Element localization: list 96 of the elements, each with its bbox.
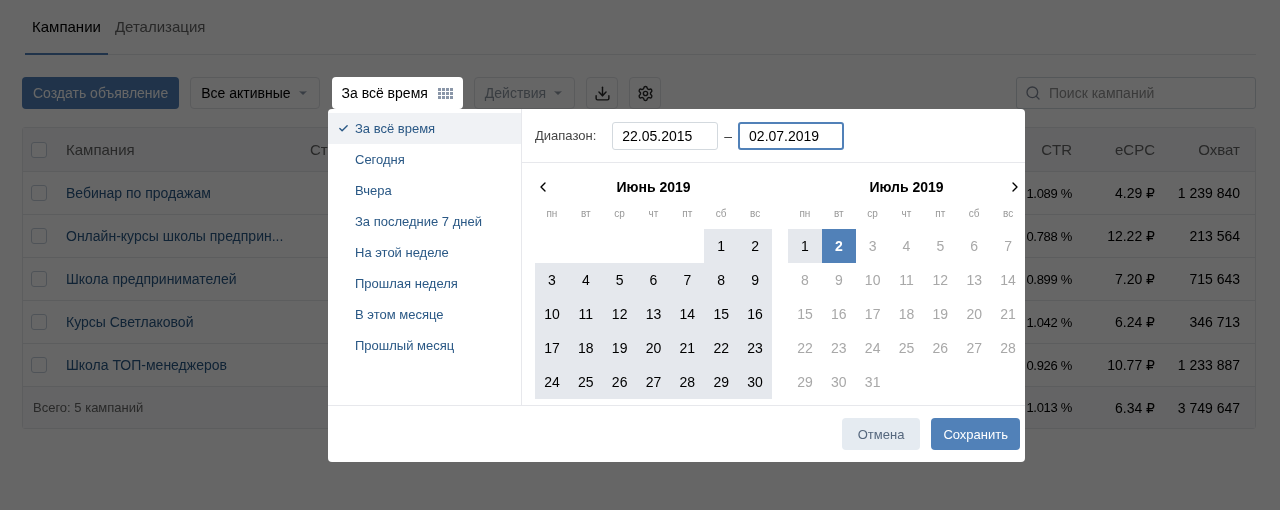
column-header: eCPC	[1115, 141, 1155, 158]
table-cell: 6.34 ₽	[1114, 399, 1155, 416]
calendar-day[interactable]: 4	[568, 263, 603, 297]
range-separator: –	[724, 127, 733, 144]
calendar-day[interactable]: 19	[602, 331, 637, 365]
weekday-label: ср	[866, 207, 879, 221]
tab[interactable]: Кампании	[25, 0, 108, 55]
calendar-day[interactable]: 13	[636, 297, 671, 331]
period-option[interactable]: За всё время	[328, 113, 521, 144]
calendar-day[interactable]: 30	[738, 365, 772, 399]
table-cell: 1.042 %	[1026, 314, 1072, 330]
period-option[interactable]: За последние 7 дней	[328, 206, 521, 237]
calendar-day[interactable]: 17	[535, 331, 569, 365]
weekday-label: пн	[798, 207, 812, 221]
table-cell: 1.089 %	[1026, 185, 1072, 201]
table-cell: 0.926 %	[1026, 357, 1072, 373]
period-dropdown[interactable]: За всё время	[331, 77, 463, 109]
calendar-day[interactable]: 16	[738, 297, 772, 331]
column-header: CTR	[1041, 141, 1072, 158]
calendar-day[interactable]: 9	[738, 263, 772, 297]
table-cell: 0.899 %	[1026, 271, 1072, 287]
period-option[interactable]: Вчера	[328, 175, 521, 206]
calendar-day[interactable]: 25	[568, 365, 603, 399]
calendar-day[interactable]: 29	[704, 365, 739, 399]
table-cell: 0.788 %	[1026, 228, 1072, 244]
calendar-day[interactable]: 1	[788, 229, 822, 263]
table-cell: 3 749 647	[1177, 399, 1240, 416]
month-title: Июнь 2019	[615, 179, 692, 195]
weekday-label: вт	[832, 207, 845, 221]
weekday-label: вт	[579, 207, 592, 221]
save-button[interactable]: Сохранить	[931, 418, 1020, 450]
weekday-label: вс	[1001, 207, 1015, 221]
calendar-day[interactable]: 26	[602, 365, 637, 399]
weekday-label: сб	[967, 207, 981, 221]
search-icon	[1025, 85, 1041, 101]
table-cell: 1.013 %	[1026, 400, 1072, 415]
total-label: Всего: 5 кампаний	[33, 400, 145, 415]
period-option[interactable]: На этой неделе	[328, 237, 521, 268]
weekday-label: пт	[934, 207, 947, 221]
calendar-day[interactable]: 6	[636, 263, 671, 297]
calendar-day[interactable]: 5	[602, 263, 637, 297]
settings-icon	[636, 84, 654, 102]
calendar-day[interactable]: 1	[704, 229, 739, 263]
weekday-label: вс	[748, 207, 762, 221]
table-cell: 7.20 ₽	[1114, 271, 1155, 287]
calendar-day[interactable]: 11	[568, 297, 603, 331]
download-button[interactable]	[586, 77, 619, 109]
period-option[interactable]: Прошлый месяц	[328, 330, 521, 361]
check-icon	[338, 123, 349, 134]
date-to-field[interactable]: 02.07.2019	[738, 121, 845, 150]
calendar-day[interactable]: 2	[821, 229, 856, 263]
month-title: Июль 2019	[868, 179, 945, 195]
table-cell: 12.22 ₽	[1107, 228, 1155, 244]
table-cell: 346 713	[1189, 314, 1240, 330]
range-label: Диапазон:	[535, 128, 597, 143]
date-from-field[interactable]: 22.05.2015	[612, 121, 719, 150]
period-option[interactable]: В этом месяце	[328, 299, 521, 330]
filter-dropdown[interactable]: Все активные	[190, 77, 320, 109]
calendar-day[interactable]: 23	[738, 331, 772, 365]
calendar-day[interactable]: 7	[670, 263, 705, 297]
table-cell: 6.24 ₽	[1114, 314, 1155, 330]
column-header: Ст	[310, 141, 328, 158]
download-icon	[593, 84, 611, 102]
calendar-day[interactable]: 27	[636, 365, 671, 399]
calendar-day[interactable]: 28	[670, 365, 705, 399]
calendar-day[interactable]: 18	[568, 331, 603, 365]
calendar-day[interactable]: 8	[704, 263, 739, 297]
calendar-day[interactable]: 12	[602, 297, 637, 331]
calendar-day[interactable]: 22	[704, 331, 739, 365]
column-header: Кампания	[66, 141, 135, 158]
table-cell: 213 564	[1189, 228, 1240, 244]
table-cell: 10.77 ₽	[1107, 357, 1155, 373]
calendar-day[interactable]: 14	[670, 297, 705, 331]
table-cell: 1 239 840	[1177, 185, 1240, 201]
weekday-label: чт	[900, 207, 913, 221]
calendar-day[interactable]: 3	[535, 263, 569, 297]
calendar-day[interactable]: 21	[670, 331, 705, 365]
table-cell: 715 643	[1189, 271, 1240, 287]
weekday-label: ср	[613, 207, 626, 221]
settings-button[interactable]	[629, 77, 662, 109]
weekday-label: чт	[647, 207, 660, 221]
table-cell: 4.29 ₽	[1114, 185, 1155, 201]
calendar-day[interactable]: 10	[535, 297, 569, 331]
weekday-label: сб	[714, 207, 728, 221]
calendar-day[interactable]: 20	[636, 331, 671, 365]
period-option[interactable]: Сегодня	[328, 144, 521, 175]
grid-icon	[437, 87, 453, 99]
table-cell: 1 233 887	[1177, 357, 1240, 373]
cancel-button[interactable]: Отмена	[841, 418, 921, 450]
period-option[interactable]: Прошлая неделя	[328, 268, 521, 299]
calendar-day[interactable]: 15	[704, 297, 739, 331]
column-header: Охват	[1198, 141, 1240, 158]
weekday-label: пн	[545, 207, 559, 221]
weekday-label: пт	[681, 207, 694, 221]
calendar-day[interactable]: 24	[535, 365, 569, 399]
calendar-day[interactable]: 2	[738, 229, 772, 263]
